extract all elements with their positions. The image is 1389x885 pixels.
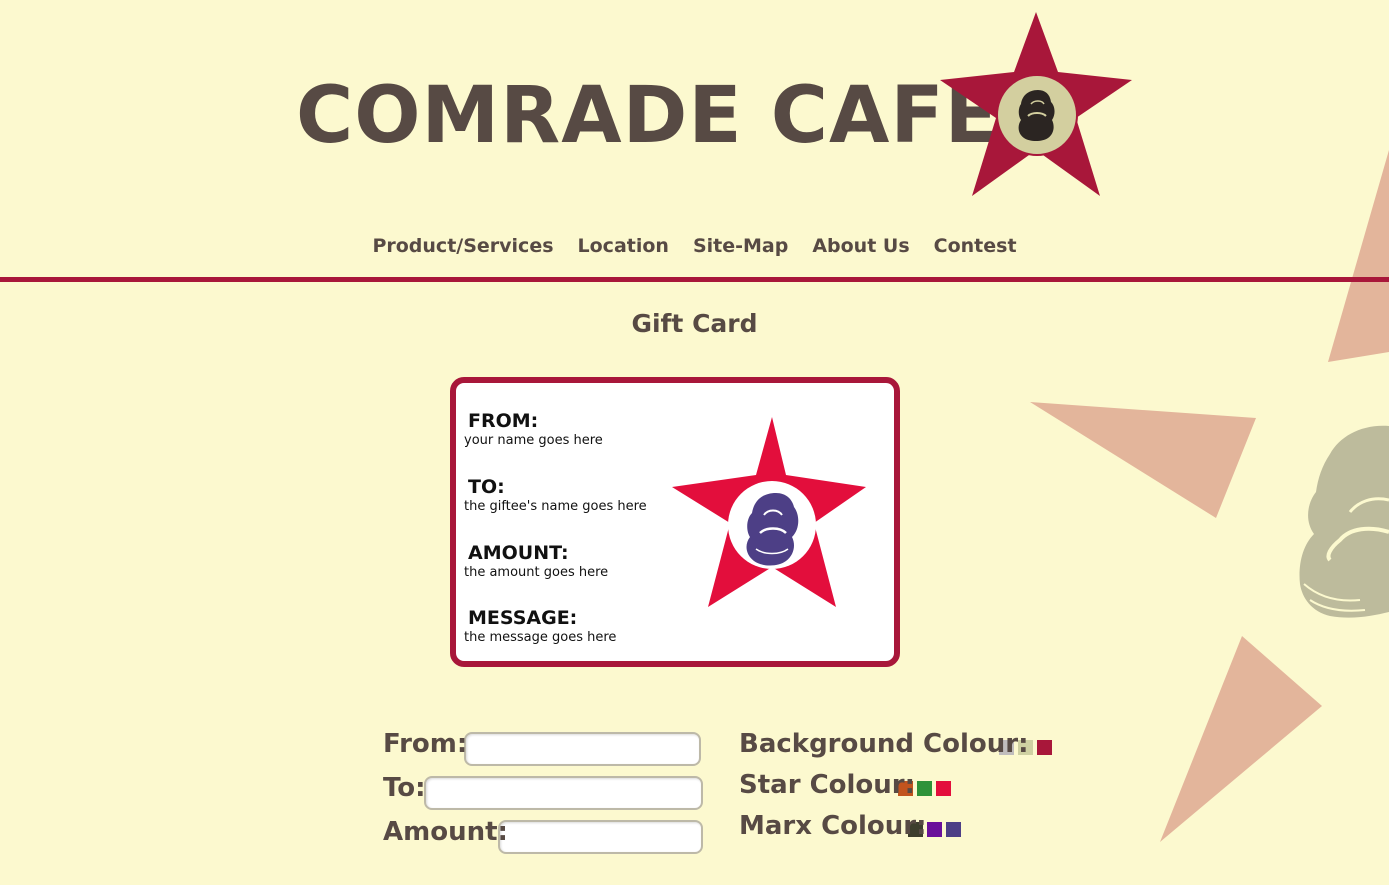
card-amount-field: AMOUNT: the amount goes here xyxy=(464,541,608,581)
card-message-value: the message goes here xyxy=(464,630,617,645)
card-to-label: TO: xyxy=(468,476,505,498)
amount-row: Amount: xyxy=(383,816,508,848)
marx-swatch-purple[interactable] xyxy=(927,822,942,837)
from-label: From: xyxy=(383,729,468,759)
marx-colour-row: Marx Colour: xyxy=(739,810,927,842)
nav-divider xyxy=(0,277,1389,282)
nav-item-product-services[interactable]: Product/Services xyxy=(360,230,565,264)
star-colour-row: Star Colour: xyxy=(739,769,915,801)
card-message-label: MESSAGE: xyxy=(468,607,578,629)
nav-item-about-us[interactable]: About Us xyxy=(800,230,921,264)
nav-item-site-map[interactable]: Site-Map xyxy=(681,230,800,264)
card-amount-label: AMOUNT: xyxy=(468,542,569,564)
page-title: Gift Card xyxy=(631,309,758,338)
to-row: To: xyxy=(383,772,426,804)
marx-swatch-indigo[interactable] xyxy=(946,822,961,837)
background-marx-icon xyxy=(1299,425,1389,618)
to-label: To: xyxy=(383,773,426,803)
site-title: COMRADE CAFE xyxy=(296,71,999,161)
amount-label: Amount: xyxy=(383,817,508,847)
amount-input[interactable] xyxy=(498,820,703,854)
from-row: From: xyxy=(383,728,467,760)
star-swatch-green[interactable] xyxy=(917,781,932,796)
star-colour-label: Star Colour: xyxy=(739,770,916,800)
card-amount-value: the amount goes here xyxy=(464,565,609,580)
nav-item-location[interactable]: Location xyxy=(566,230,681,264)
background-swatch-crimson[interactable] xyxy=(1037,740,1052,755)
background-colour-row: Background Colour: xyxy=(739,728,1029,760)
card-from-label: FROM: xyxy=(468,410,539,432)
card-star-marx-icon xyxy=(672,417,866,607)
gift-card-preview: FROM: your name goes here TO: the giftee… xyxy=(450,377,900,667)
red-star-marx-logo-icon[interactable] xyxy=(936,8,1136,200)
card-to-field: TO: the giftee's name goes here xyxy=(464,475,647,515)
card-message-field: MESSAGE: the message goes here xyxy=(464,606,616,646)
card-to-value: the giftee's name goes here xyxy=(464,499,647,514)
marx-colour-label: Marx Colour: xyxy=(739,811,927,841)
from-input[interactable] xyxy=(464,732,701,766)
background-colour-label: Background Colour: xyxy=(739,729,1029,759)
star-swatch-red[interactable] xyxy=(936,781,951,796)
nav-item-contest[interactable]: Contest xyxy=(922,230,1029,264)
main-navigation: Product/Services Location Site-Map About… xyxy=(0,230,1389,264)
card-from-field: FROM: your name goes here xyxy=(464,409,603,449)
card-from-value: your name goes here xyxy=(464,433,603,448)
to-input[interactable] xyxy=(424,776,703,810)
